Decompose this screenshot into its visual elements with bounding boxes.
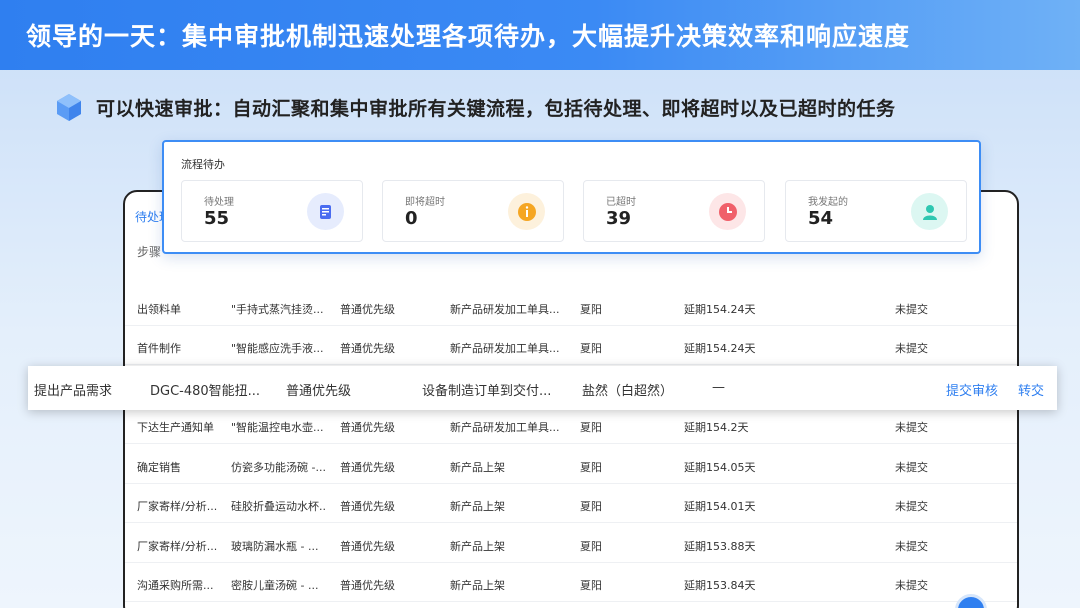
cell-product: "智能温控电水壶... [231,421,324,434]
cell-handler: 夏阳 [580,342,602,355]
stat-overdue[interactable]: 已超时 39 [583,180,765,242]
cell-step: 厂家寄样/分析... [137,500,218,513]
cell-step: 出领料单 [137,303,181,316]
cell-step: 厂家寄样/分析... [137,540,218,553]
cell-handler: 夏阳 [580,421,602,434]
cell-status: 未提交 [895,303,928,316]
cell-delay: 延期154.01天 [684,500,756,513]
workflow-stats-card: 流程待办 待处理 55 即将超时 0 已超时 39 我发起的 54 [162,140,981,254]
subtitle: 可以快速审批：自动汇聚和集中审批所有关键流程，包括待处理、即将超时以及已超时的任… [96,97,896,120]
cell-process: 新产品上架 [450,461,505,474]
table-row[interactable]: 出领料单 "手持式蒸汽挂烫... 普通优先级 新产品研发加工单具... 夏阳 延… [125,290,1017,326]
hl-step: 提出产品需求 [34,384,113,399]
cell-priority: 普通优先级 [340,540,395,553]
cell-handler: 夏阳 [580,500,602,513]
cell-delay: 延期153.88天 [684,540,756,553]
cell-priority: 普通优先级 [340,303,395,316]
cell-status: 未提交 [895,421,928,434]
cell-process: 新产品上架 [450,540,505,553]
cell-process: 新产品上架 [450,579,505,592]
cell-process: 新产品上架 [450,500,505,513]
cell-product: "手持式蒸汽挂烫... [231,303,324,316]
cell-product: 硅胶折叠运动水杯... [231,500,327,513]
stat-value: 55 [204,208,230,229]
table-row[interactable]: 下达生产通知单 "智能温控电水壶... 普通优先级 新产品研发加工单具... 夏… [125,408,1017,444]
subtitle-row: 可以快速审批：自动汇聚和集中审批所有关键流程，包括待处理、即将超时以及已超时的任… [54,92,896,122]
table-row[interactable]: 厂家寄样/分析... 硅胶折叠运动水杯... 普通优先级 新产品上架 夏阳 延期… [125,487,1017,523]
cell-step: 确定销售 [137,461,181,474]
cell-status: 未提交 [895,500,928,513]
cell-step: 沟通采购所需... [137,579,214,592]
cell-step: 下达生产通知单 [137,421,214,434]
table-row[interactable]: 首件制作 "智能感应洗手液... 普通优先级 新产品研发加工单具... 夏阳 延… [125,329,1017,365]
cell-product: 仿瓷多功能汤碗 -... [231,461,326,474]
cell-handler: 夏阳 [580,303,602,316]
cell-handler: 夏阳 [580,579,602,592]
hl-product: DGC-480智能扭... [150,384,261,399]
stat-label: 我发起的 [808,197,848,208]
cell-priority: 普通优先级 [340,500,395,513]
stat-value: 54 [808,208,834,229]
cell-priority: 普通优先级 [340,342,395,355]
cell-delay: 延期153.84天 [684,579,756,592]
stat-label: 已超时 [606,197,636,208]
hl-handler: 盐然（白超然） [582,384,674,399]
user-icon [911,193,948,230]
cell-product: 玻璃防漏水瓶 - ... [231,540,319,553]
cell-handler: 夏阳 [580,461,602,474]
cell-step: 首件制作 [137,342,181,355]
cell-priority: 普通优先级 [340,461,395,474]
table-row[interactable]: 厂家寄样/分析... 玻璃防漏水瓶 - ... 普通优先级 新产品上架 夏阳 延… [125,527,1017,563]
cell-delay: 延期154.05天 [684,461,756,474]
hl-delay: — [712,380,725,395]
cell-delay: 延期154.24天 [684,342,756,355]
cell-product: 密胺儿童汤碗 - ... [231,579,319,592]
stat-initiated[interactable]: 我发起的 54 [785,180,967,242]
cell-product: "智能感应洗手液... [231,342,324,355]
document-icon [307,193,344,230]
cell-process: 新产品研发加工单具... [450,303,560,316]
stat-label: 待处理 [204,197,234,208]
cell-delay: 延期154.24天 [684,303,756,316]
cell-handler: 夏阳 [580,540,602,553]
stat-near-timeout[interactable]: 即将超时 0 [382,180,564,242]
header-step: 步骤 [137,245,162,259]
stat-value: 39 [606,208,632,229]
clock-icon [709,193,746,230]
banner-title: 领导的一天：集中审批机制迅速处理各项待办，大幅提升决策效率和响应速度 [26,22,911,51]
cell-status: 未提交 [895,579,928,592]
cell-status: 未提交 [895,540,928,553]
hl-priority: 普通优先级 [286,384,352,399]
top-banner: 领导的一天：集中审批机制迅速处理各项待办，大幅提升决策效率和响应速度 [0,0,1080,70]
cell-priority: 普通优先级 [340,579,395,592]
stats-title: 流程待办 [181,158,225,171]
stat-value: 0 [405,208,418,229]
cell-process: 新产品研发加工单具... [450,421,560,434]
table-row[interactable]: 确定销售 仿瓷多功能汤碗 -... 普通优先级 新产品上架 夏阳 延期154.0… [125,448,1017,484]
cell-process: 新产品研发加工单具... [450,342,560,355]
stat-pending[interactable]: 待处理 55 [181,180,363,242]
table-row[interactable]: 沟通采购所需... 密胺儿童汤碗 - ... 普通优先级 新产品上架 夏阳 延期… [125,566,1017,602]
cell-priority: 普通优先级 [340,421,395,434]
stat-label: 即将超时 [405,197,445,208]
cell-delay: 延期154.2天 [684,421,749,434]
submit-review-link[interactable]: 提交审核 [946,380,998,399]
cell-status: 未提交 [895,461,928,474]
transfer-link[interactable]: 转交 [1018,380,1044,399]
cell-status: 未提交 [895,342,928,355]
hl-process: 设备制造订单到交付... [422,384,552,399]
info-icon [508,193,545,230]
cube-icon [57,94,81,121]
highlighted-task-row[interactable]: 提出产品需求 DGC-480智能扭... 普通优先级 设备制造订单到交付... … [28,366,1057,410]
